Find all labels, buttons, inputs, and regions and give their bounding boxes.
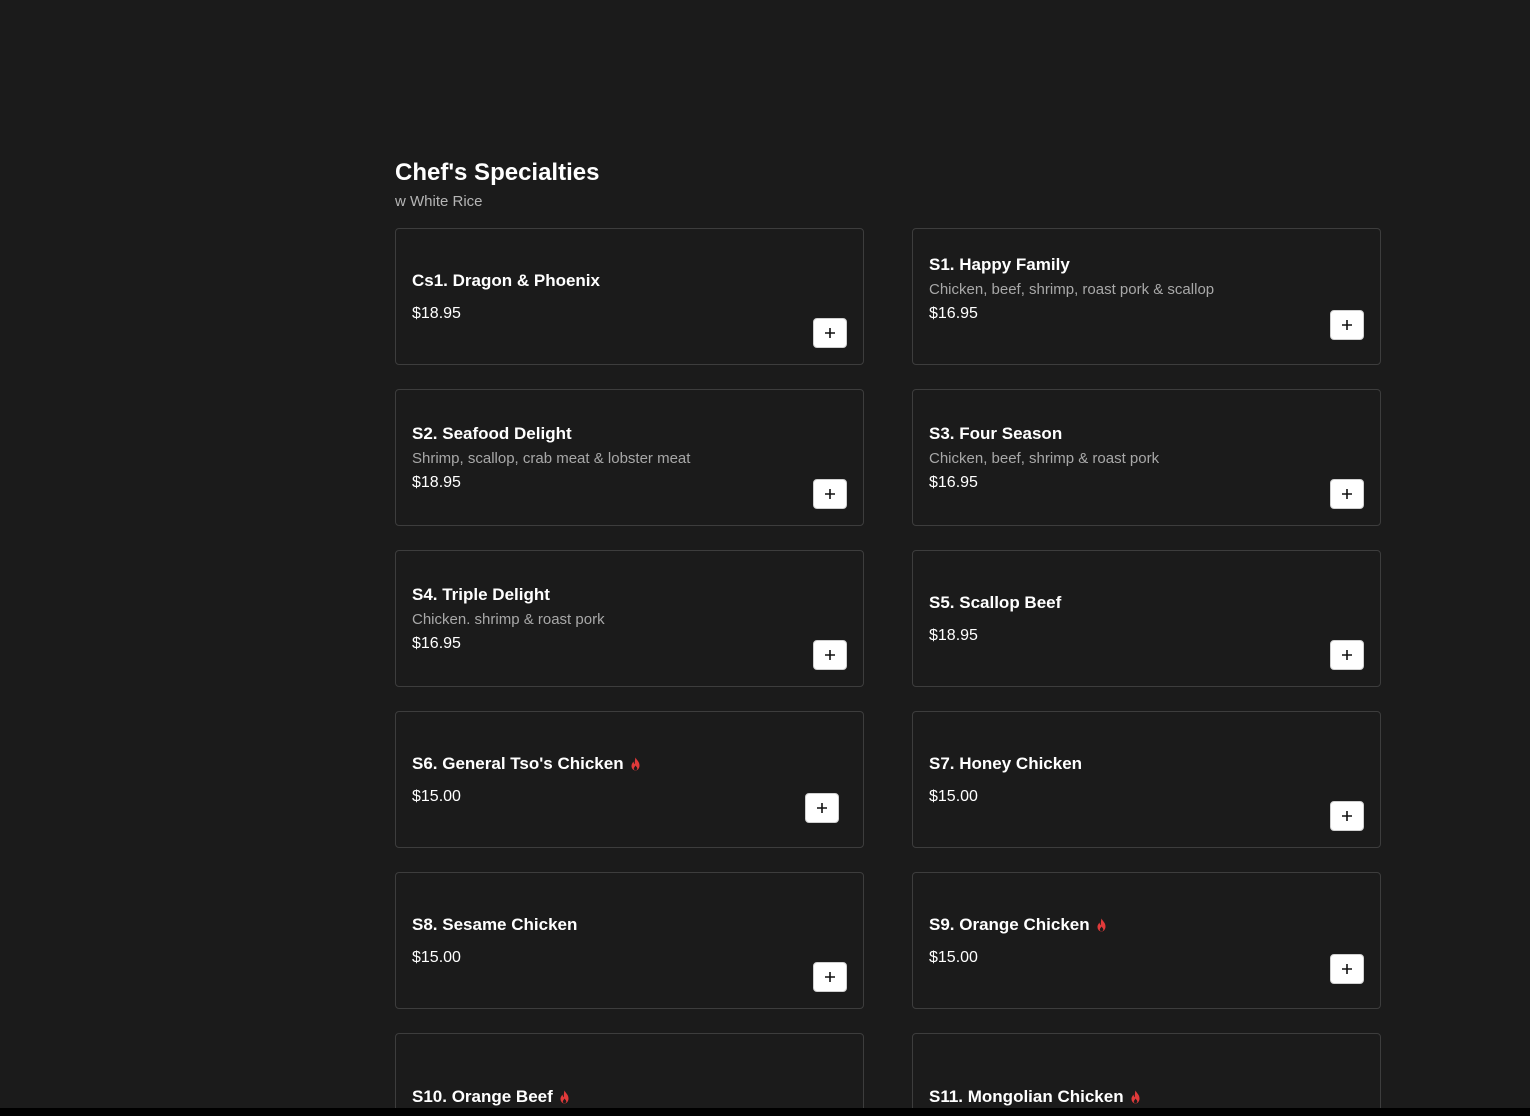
menu-item-card[interactable]: S9. Orange Chicken $15.00 (912, 872, 1381, 1009)
menu-items-grid: Cs1. Dragon & Phoenix $18.95 S1. Happy F… (395, 228, 1381, 1116)
plus-icon (825, 972, 835, 982)
add-to-cart-button[interactable] (1330, 640, 1364, 670)
menu-item-card[interactable]: S10. Orange Beef (395, 1033, 864, 1116)
plus-icon (1342, 650, 1352, 660)
menu-item-description: Chicken. shrimp & roast pork (412, 610, 605, 628)
menu-item-body: S10. Orange Beef (412, 1034, 793, 1116)
menu-item-name-text: Cs1. Dragon & Phoenix (412, 270, 600, 290)
menu-item-price: $16.95 (929, 473, 978, 491)
menu-item-card[interactable]: S3. Four Season Chicken, beef, shrimp & … (912, 389, 1381, 526)
menu-item-name-text: S10. Orange Beef (412, 1086, 553, 1106)
menu-item-body: S7. Honey Chicken $15.00 (929, 712, 1310, 847)
menu-item-name-text: S1. Happy Family (929, 254, 1070, 274)
menu-item-name: S5. Scallop Beef (929, 591, 1310, 615)
menu-item-name-text: S6. General Tso's Chicken (412, 753, 624, 773)
menu-item-body: S8. Sesame Chicken $15.00 (412, 873, 793, 1008)
menu-item-body: S2. Seafood Delight Shrimp, scallop, cra… (412, 390, 793, 525)
add-to-cart-button[interactable] (813, 962, 847, 992)
menu-item-name-text: S2. Seafood Delight (412, 423, 572, 443)
add-to-cart-button[interactable] (1330, 310, 1364, 340)
menu-item-body: S11. Mongolian Chicken (929, 1034, 1310, 1116)
add-to-cart-button[interactable] (1330, 954, 1364, 984)
menu-item-name: S6. General Tso's Chicken (412, 752, 793, 776)
section-title: Chef's Specialties (395, 159, 600, 186)
menu-item-body: Cs1. Dragon & Phoenix $18.95 (412, 229, 793, 364)
menu-item-price: $18.95 (929, 626, 978, 644)
menu-item-name-text: S11. Mongolian Chicken (929, 1086, 1124, 1106)
menu-item-name: S2. Seafood Delight (412, 422, 793, 446)
menu-item-price: $16.95 (929, 304, 978, 322)
menu-item-body: S5. Scallop Beef $18.95 (929, 551, 1310, 686)
menu-item-card[interactable]: Cs1. Dragon & Phoenix $18.95 (395, 228, 864, 365)
menu-item-name: S4. Triple Delight (412, 583, 793, 607)
flame-icon (1131, 1090, 1140, 1103)
plus-icon (825, 328, 835, 338)
menu-item-price: $15.00 (929, 787, 978, 805)
menu-item-card[interactable]: S1. Happy Family Chicken, beef, shrimp, … (912, 228, 1381, 365)
plus-icon (825, 650, 835, 660)
menu-item-description: Chicken, beef, shrimp & roast pork (929, 449, 1160, 467)
menu-item-name: Cs1. Dragon & Phoenix (412, 269, 793, 293)
menu-item-body: S9. Orange Chicken $15.00 (929, 873, 1310, 1008)
menu-item-price: $18.95 (412, 473, 461, 491)
menu-item-name: S7. Honey Chicken (929, 752, 1310, 776)
menu-item-name: S3. Four Season (929, 422, 1310, 446)
section-subtitle: w White Rice (395, 193, 483, 210)
menu-item-price: $16.95 (412, 634, 461, 652)
menu-item-name-text: S3. Four Season (929, 423, 1063, 443)
menu-item-card[interactable]: S4. Triple Delight Chicken. shrimp & roa… (395, 550, 864, 687)
menu-item-name-text: S4. Triple Delight (412, 584, 550, 604)
bottom-edge-bar (0, 1108, 1530, 1116)
add-to-cart-button[interactable] (1330, 479, 1364, 509)
menu-item-card[interactable]: S2. Seafood Delight Shrimp, scallop, cra… (395, 389, 864, 526)
menu-item-price: $15.00 (412, 948, 461, 966)
menu-item-price: $15.00 (929, 948, 978, 966)
plus-icon (1342, 489, 1352, 499)
flame-icon (631, 757, 640, 770)
add-to-cart-button[interactable] (805, 793, 839, 823)
menu-item-name-text: S5. Scallop Beef (929, 592, 1062, 612)
plus-icon (817, 803, 827, 813)
menu-item-body: S3. Four Season Chicken, beef, shrimp & … (929, 390, 1310, 525)
add-to-cart-button[interactable] (813, 479, 847, 509)
menu-item-name-text: S8. Sesame Chicken (412, 914, 578, 934)
menu-item-name: S8. Sesame Chicken (412, 913, 793, 937)
menu-item-name-text: S9. Orange Chicken (929, 914, 1090, 934)
menu-item-body: S6. General Tso's Chicken $15.00 (412, 712, 793, 847)
menu-item-card[interactable]: S11. Mongolian Chicken (912, 1033, 1381, 1116)
add-to-cart-button[interactable] (813, 318, 847, 348)
add-to-cart-button[interactable] (1330, 801, 1364, 831)
plus-icon (1342, 964, 1352, 974)
menu-item-card[interactable]: S8. Sesame Chicken $15.00 (395, 872, 864, 1009)
plus-icon (825, 489, 835, 499)
menu-item-name: S10. Orange Beef (412, 1085, 793, 1109)
menu-item-card[interactable]: S7. Honey Chicken $15.00 (912, 711, 1381, 848)
flame-icon (560, 1090, 569, 1103)
menu-item-name-text: S7. Honey Chicken (929, 753, 1083, 773)
menu-item-name: S11. Mongolian Chicken (929, 1085, 1310, 1109)
menu-item-body: S1. Happy Family Chicken, beef, shrimp, … (929, 213, 1310, 364)
menu-page: Chef's Specialties w White Rice Cs1. Dra… (0, 0, 1530, 1116)
menu-item-description: Chicken, beef, shrimp, roast pork & scal… (929, 280, 1215, 298)
plus-icon (1342, 320, 1352, 330)
menu-item-name: S1. Happy Family (929, 253, 1310, 277)
menu-item-card[interactable]: S5. Scallop Beef $18.95 (912, 550, 1381, 687)
menu-item-price: $15.00 (412, 787, 461, 805)
add-to-cart-button[interactable] (813, 640, 847, 670)
menu-section: Chef's Specialties w White Rice Cs1. Dra… (395, 156, 1381, 1116)
menu-item-price: $18.95 (412, 304, 461, 322)
flame-icon (1097, 918, 1106, 931)
menu-item-body: S4. Triple Delight Chicken. shrimp & roa… (412, 551, 793, 686)
menu-item-name: S9. Orange Chicken (929, 913, 1310, 937)
menu-item-description: Shrimp, scallop, crab meat & lobster mea… (412, 449, 691, 467)
plus-icon (1342, 811, 1352, 821)
menu-item-card[interactable]: S6. General Tso's Chicken $15.00 (395, 711, 864, 848)
